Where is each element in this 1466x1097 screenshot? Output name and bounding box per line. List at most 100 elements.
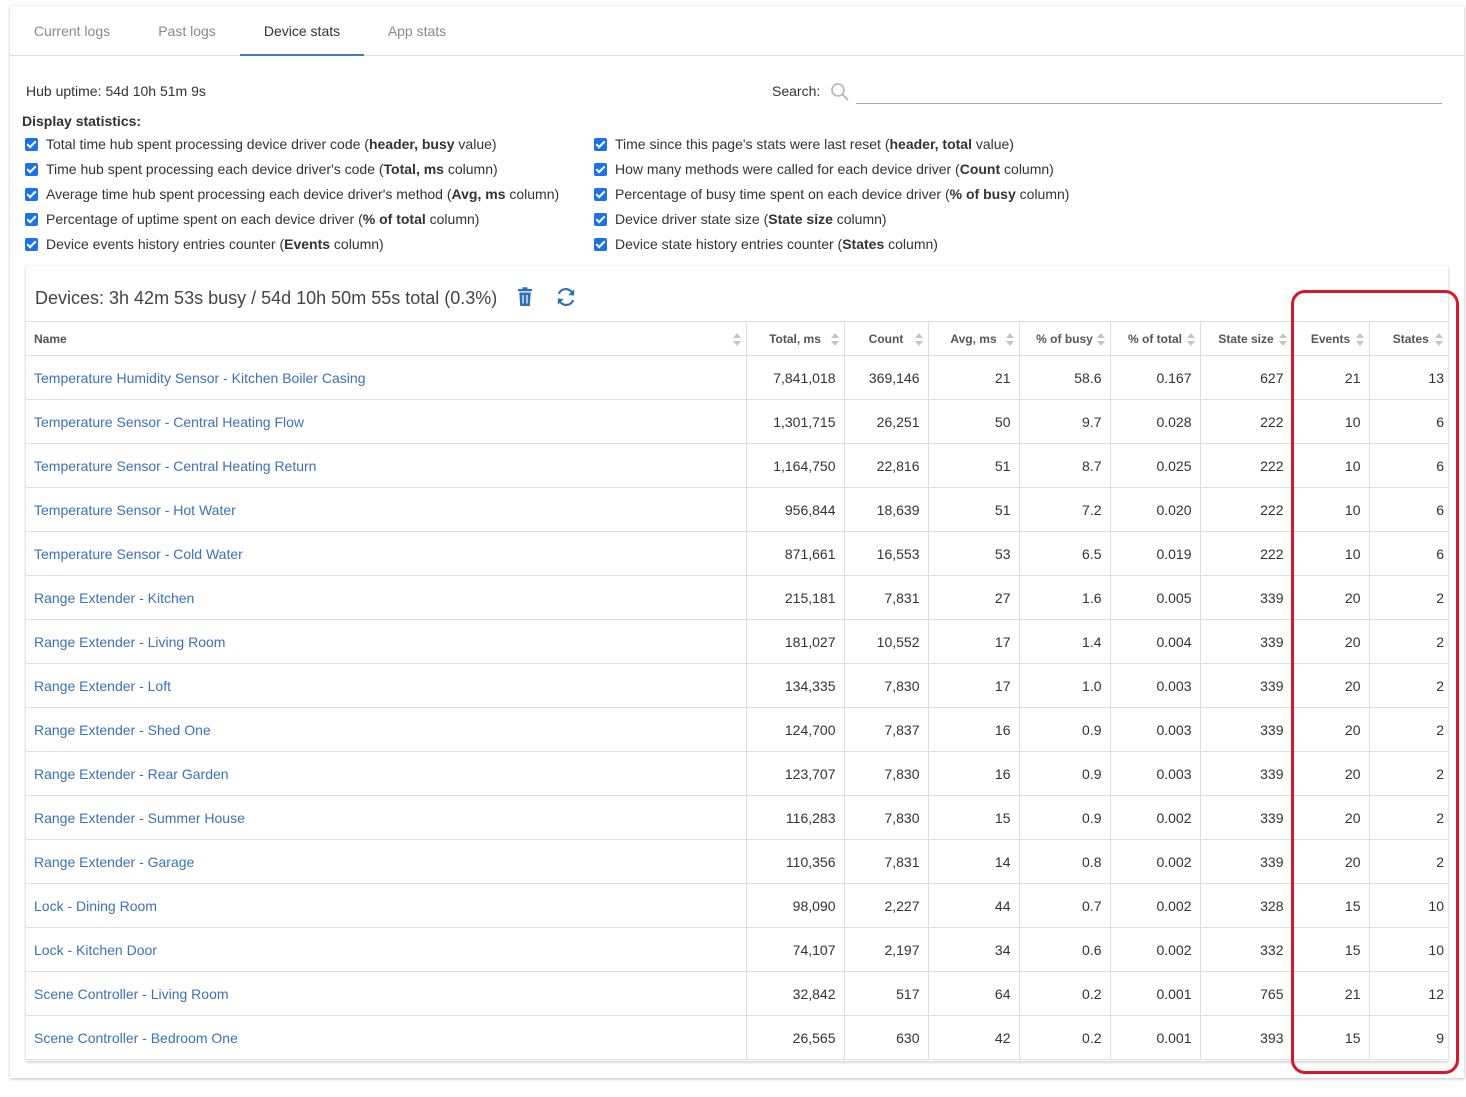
device-link[interactable]: Range Extender - Loft [34, 678, 171, 694]
table-cell: 10,552 [843, 619, 929, 664]
table-cell: 10 [1291, 531, 1370, 576]
option-checkbox[interactable] [25, 212, 38, 226]
devices-card: Devices: 3h 42m 53s busy / 54d 10h 50m 5… [26, 266, 1448, 1061]
column-header[interactable]: States [1368, 321, 1448, 356]
table-cell: 1.6 [1018, 575, 1111, 620]
table-cell: 20 [1291, 751, 1370, 796]
device-link[interactable]: Scene Controller - Bedroom One [34, 1030, 238, 1046]
column-header[interactable]: % of busy [1018, 321, 1111, 356]
column-header[interactable]: State size [1199, 321, 1293, 356]
display-option[interactable]: Percentage of busy time spent on each de… [594, 184, 1069, 204]
search-icon [831, 83, 849, 101]
option-checkbox[interactable] [594, 212, 607, 226]
option-label-text: Average time hub spent processing each d… [46, 186, 452, 202]
tab-past-logs[interactable]: Past logs [134, 6, 240, 56]
sort-icon[interactable] [732, 333, 741, 347]
table-cell: 339 [1199, 663, 1293, 708]
option-checkbox[interactable] [25, 162, 38, 176]
device-name-cell: Temperature Sensor - Cold Water [26, 531, 747, 576]
sort-icon[interactable] [1186, 333, 1195, 347]
table-cell: 10 [1368, 883, 1448, 928]
display-option[interactable]: Total time hub spent processing device d… [25, 134, 497, 154]
option-checkbox[interactable] [25, 137, 38, 151]
sort-icon[interactable] [1005, 333, 1014, 347]
table-cell: 1,301,715 [745, 399, 845, 444]
trash-icon[interactable] [516, 287, 534, 307]
display-option[interactable]: How many methods were called for each de… [594, 159, 1054, 179]
search-label: Search: [772, 83, 821, 99]
option-label-bold: Total, ms [383, 161, 444, 177]
display-option[interactable]: Time hub spent processing each device dr… [25, 159, 498, 179]
sort-icon[interactable] [830, 333, 839, 347]
display-option[interactable]: Device events history entries counter (E… [25, 234, 384, 254]
table-cell: 1.4 [1018, 619, 1111, 664]
table-cell: 222 [1199, 443, 1293, 488]
device-link[interactable]: Lock - Kitchen Door [34, 942, 157, 958]
device-link[interactable]: Temperature Sensor - Central Heating Flo… [34, 414, 304, 430]
column-header[interactable]: Total, ms [745, 321, 845, 356]
display-option[interactable]: Average time hub spent processing each d… [25, 184, 559, 204]
tab-device-stats[interactable]: Device stats [240, 6, 364, 56]
device-link[interactable]: Temperature Sensor - Hot Water [34, 502, 236, 518]
refresh-icon[interactable] [555, 286, 577, 308]
column-header[interactable]: Count [843, 321, 929, 356]
device-link[interactable]: Range Extender - Rear Garden [34, 766, 229, 782]
device-link[interactable]: Range Extender - Shed One [34, 722, 211, 738]
table-cell: 6 [1368, 487, 1448, 532]
column-header-label: Events [1310, 331, 1351, 346]
device-name-cell: Scene Controller - Bedroom One [26, 1015, 747, 1060]
table-cell: 42 [927, 1015, 1020, 1060]
tab-app-stats[interactable]: App stats [364, 6, 470, 56]
table-cell: 17 [927, 663, 1020, 708]
table-cell: 51 [927, 443, 1020, 488]
device-link[interactable]: Range Extender - Kitchen [34, 590, 194, 606]
option-label-text: value) [454, 136, 497, 152]
option-checkbox[interactable] [25, 237, 38, 251]
device-link[interactable]: Temperature Sensor - Cold Water [34, 546, 243, 562]
table-cell: 21 [927, 355, 1020, 400]
sort-icon[interactable] [914, 333, 923, 347]
device-link[interactable]: Temperature Humidity Sensor - Kitchen Bo… [34, 370, 365, 386]
option-checkbox[interactable] [594, 137, 607, 151]
sort-icon[interactable] [1096, 333, 1105, 347]
option-checkbox[interactable] [594, 237, 607, 251]
device-name-cell: Range Extender - Loft [26, 663, 747, 708]
table-cell: 0.001 [1109, 1015, 1201, 1060]
column-header[interactable]: Events [1291, 321, 1370, 356]
sort-icon[interactable] [1278, 333, 1287, 347]
sort-icon[interactable] [1355, 333, 1364, 347]
table-cell: 0.002 [1109, 883, 1201, 928]
table-row: Scene Controller - Living Room 32,842 517 6… [26, 971, 1448, 1016]
display-option[interactable]: Percentage of uptime spent on each devic… [25, 209, 479, 229]
option-checkbox[interactable] [25, 187, 38, 201]
table-cell: 7.2 [1018, 487, 1111, 532]
device-link[interactable]: Scene Controller - Living Room [34, 986, 229, 1002]
table-cell: 20 [1291, 795, 1370, 840]
device-link[interactable]: Range Extender - Summer House [34, 810, 245, 826]
option-label-text: Total time hub spent processing device d… [46, 136, 369, 152]
table-cell: 0.002 [1109, 927, 1201, 972]
table-cell: 22,816 [843, 443, 929, 488]
column-header[interactable]: Avg, ms [927, 321, 1020, 356]
column-header[interactable]: Name [26, 321, 747, 356]
option-label-bold: % of total [362, 211, 426, 227]
sort-icon[interactable] [1435, 333, 1443, 347]
column-header[interactable]: % of total [1109, 321, 1201, 356]
device-link[interactable]: Range Extender - Living Room [34, 634, 225, 650]
device-link[interactable]: Temperature Sensor - Central Heating Ret… [34, 458, 316, 474]
display-option[interactable]: Device state history entries counter (St… [594, 234, 938, 254]
table-cell: 7,831 [843, 575, 929, 620]
option-checkbox[interactable] [594, 187, 607, 201]
display-option[interactable]: Time since this page's stats were last r… [594, 134, 1014, 154]
option-checkbox[interactable] [594, 162, 607, 176]
device-link[interactable]: Range Extender - Garage [34, 854, 194, 870]
tab-current-logs[interactable]: Current logs [10, 6, 134, 56]
column-header-label: States [1392, 331, 1429, 346]
device-link[interactable]: Lock - Dining Room [34, 898, 157, 914]
table-cell: 339 [1199, 619, 1293, 664]
option-label-text: column) [425, 211, 480, 227]
search-input[interactable] [856, 80, 1442, 104]
display-option[interactable]: Device driver state size (State size col… [594, 209, 887, 229]
table-cell: 10 [1291, 487, 1370, 532]
table-cell: 0.020 [1109, 487, 1201, 532]
